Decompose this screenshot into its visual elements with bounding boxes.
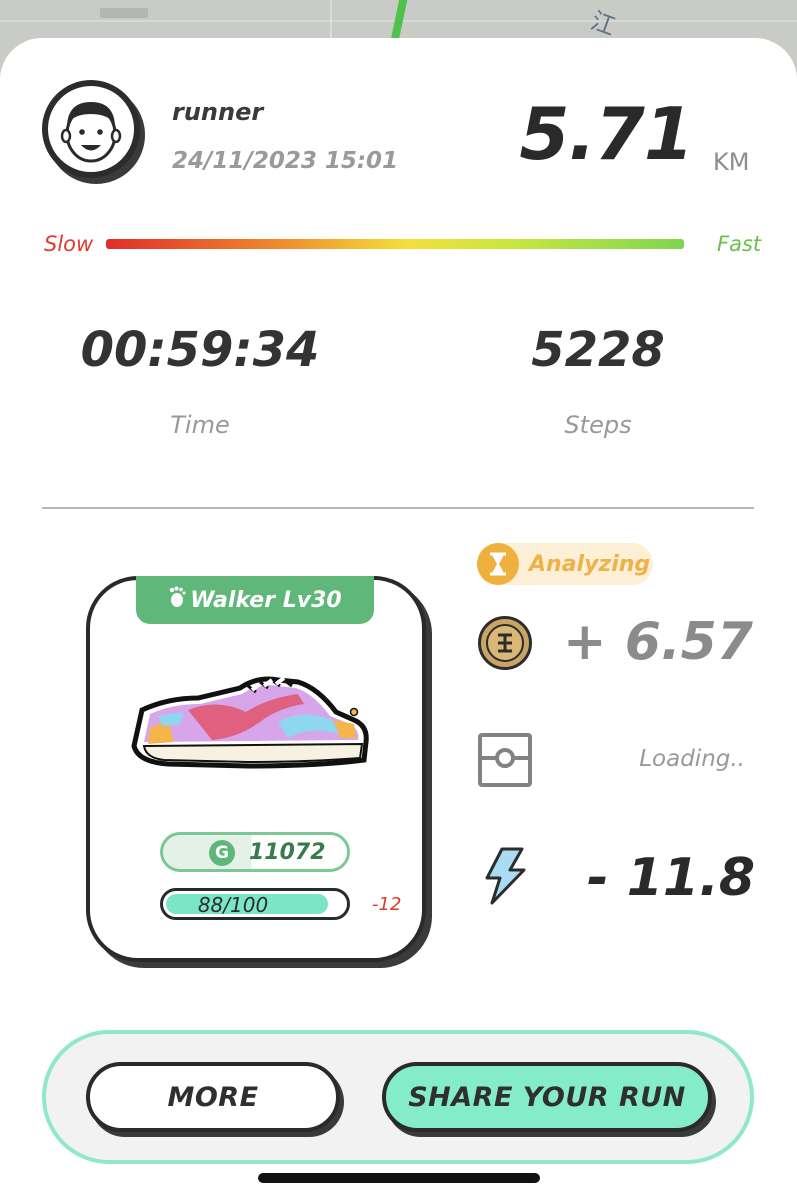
energy-spent-value: - 11.8	[587, 848, 755, 908]
section-divider	[42, 507, 754, 509]
sneaker-type-tag: Walker Lv30	[136, 576, 374, 624]
analyzing-badge: Analyzing	[477, 543, 653, 585]
lightning-bolt-icon	[485, 847, 526, 905]
hourglass-icon	[477, 543, 519, 585]
more-button[interactable]: MORE	[86, 1062, 340, 1132]
gst-g-icon: G	[209, 840, 235, 866]
durability-change: -12	[372, 894, 402, 915]
sneaker-image	[131, 676, 369, 769]
gst-coin-icon	[478, 616, 532, 670]
mystery-box-status: Loading..	[639, 746, 745, 772]
mystery-box-icon	[478, 733, 532, 787]
cartoon-face-icon	[60, 102, 122, 163]
run-datetime: 24/11/2023 15:01	[172, 148, 399, 174]
distance-unit: KM	[713, 148, 750, 176]
steps-label: Steps	[564, 411, 632, 439]
coin-symbol	[486, 624, 524, 662]
footprint-icon	[168, 586, 186, 614]
speed-slow-label: Slow	[44, 232, 94, 256]
speed-fast-label: Fast	[717, 232, 762, 256]
username: runner	[172, 98, 264, 126]
map-street	[100, 8, 148, 18]
distance-value: 5.71	[519, 92, 694, 176]
gst-value: 11072	[249, 839, 326, 865]
map-label: 江	[587, 6, 620, 42]
durability-bar: 88/100	[160, 888, 350, 920]
sneaker-type-label: Walker Lv30	[190, 587, 342, 613]
time-value: 00:59:34	[80, 322, 320, 378]
share-run-button[interactable]: SHARE YOUR RUN	[382, 1062, 712, 1132]
durability-text: 88/100	[197, 893, 269, 917]
speed-gradient-bar	[106, 239, 684, 249]
map-street	[330, 0, 332, 40]
home-indicator[interactable]	[258, 1173, 540, 1183]
avatar[interactable]	[42, 80, 140, 178]
gst-level-pill: G 11072	[160, 832, 350, 872]
steps-value: 5228	[531, 322, 665, 378]
analyzing-label: Analyzing	[529, 551, 651, 577]
gst-earned-value: + 6.57	[563, 612, 753, 672]
time-label: Time	[170, 411, 230, 439]
